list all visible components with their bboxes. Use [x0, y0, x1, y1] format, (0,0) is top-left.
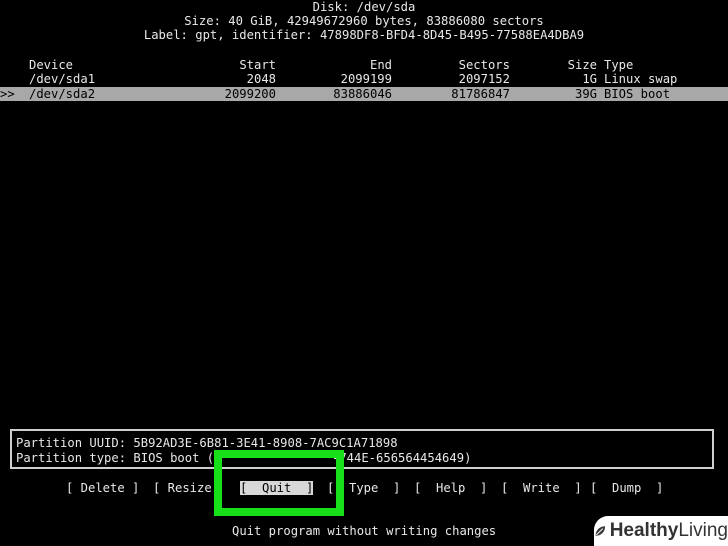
partition-type-end: -744E-656564454649) [332, 451, 472, 465]
row-sectors: 2097152 [458, 72, 510, 86]
row-start: 2048 [246, 72, 276, 86]
disk-size: Size: 40 GiB, 42949672960 bytes, 8388608… [184, 14, 544, 28]
status-hint: Quit program without writing changes [232, 524, 497, 538]
row-sectors: 81786847 [451, 87, 510, 101]
row-marker: >> [0, 87, 15, 101]
help-button[interactable]: [ Help ] [414, 481, 487, 495]
table-row[interactable]: /dev/sda1 2048 2099199 2097152 1G Linux … [0, 72, 728, 86]
delete-button[interactable]: [ Delete ] [66, 481, 139, 495]
column-header-type: Type [604, 58, 634, 72]
watermark-suffix: Living [678, 520, 728, 541]
dump-button[interactable]: [ Dump ] [590, 481, 663, 495]
disk-label: Label: gpt, identifier: 47898DF8-BFD4-8D… [143, 28, 585, 42]
row-type: Linux swap [604, 72, 678, 86]
column-header-start: Start [239, 58, 276, 72]
column-header-device: Device [29, 58, 74, 72]
watermark-brand: Healthy [609, 520, 679, 541]
row-size: 39G [574, 87, 597, 101]
leaf-icon [595, 526, 606, 536]
table-row-selected[interactable]: >> /dev/sda2 2099200 83886046 81786847 3… [0, 87, 728, 101]
row-end: 2099199 [340, 72, 392, 86]
disk-title: Disk: /dev/sda [312, 0, 416, 14]
partition-type-start: Partition type: BIOS boot (2 [16, 451, 222, 465]
row-device: /dev/sda1 [29, 72, 96, 86]
quit-highlight-box [214, 450, 344, 516]
watermark-logo: Healthy Living [594, 516, 728, 546]
row-start: 2099200 [224, 87, 276, 101]
write-button[interactable]: [ Write ] [501, 481, 582, 495]
partition-uuid: Partition UUID: 5B92AD3E-6B81-3E41-8908-… [16, 436, 398, 450]
partition-info-box: Partition UUID: 5B92AD3E-6B81-3E41-8908-… [10, 429, 714, 469]
row-end: 83886046 [333, 87, 392, 101]
column-header-sectors: Sectors [458, 58, 510, 72]
row-type: BIOS boot [604, 87, 671, 101]
column-header-size: Size [567, 58, 597, 72]
row-device: /dev/sda2 [29, 87, 96, 101]
row-size: 1G [582, 72, 597, 86]
resize-button[interactable]: [ Resize [153, 481, 212, 495]
column-header-end: End [369, 58, 392, 72]
